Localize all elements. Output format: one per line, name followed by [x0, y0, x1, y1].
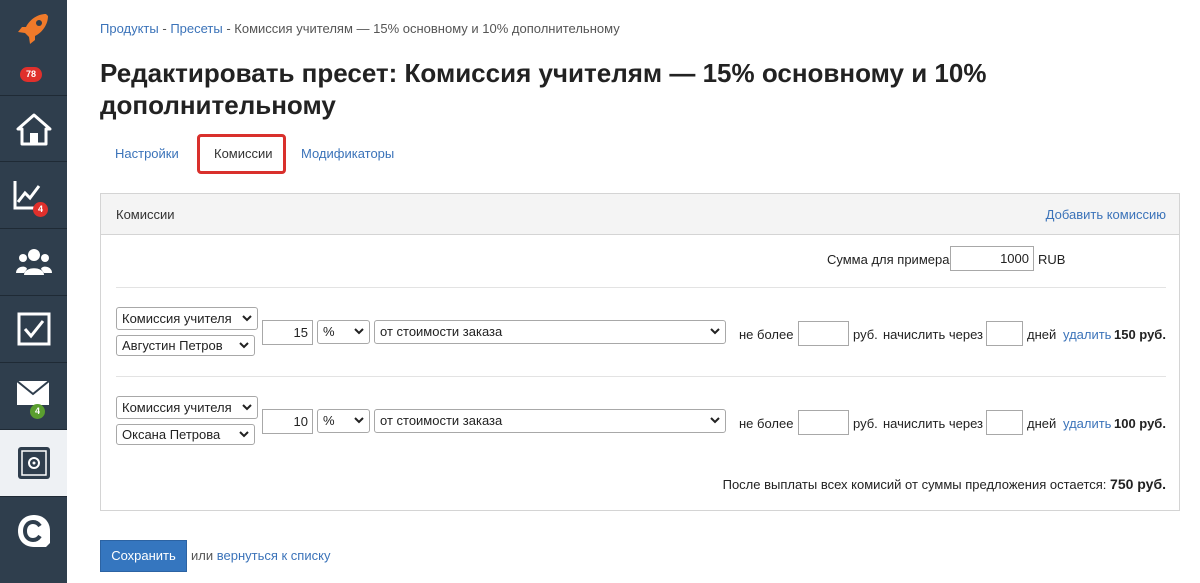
- teacher-select[interactable]: Августин Петров: [116, 335, 255, 356]
- sidebar-item-tasks[interactable]: [0, 296, 67, 363]
- commission-unit-value: %: [323, 324, 335, 339]
- sidebar-item-finance[interactable]: [0, 430, 67, 497]
- checkbox-icon: [17, 312, 50, 346]
- commission-type-select[interactable]: Комиссия учителя: [116, 396, 258, 419]
- divider: [116, 287, 1166, 288]
- chevron-down-icon: [710, 417, 720, 424]
- commission-base-value: от стоимости заказа: [380, 324, 503, 339]
- teacher-select[interactable]: Оксана Петрова: [116, 424, 255, 445]
- commission-result: 100 руб.: [1114, 416, 1166, 431]
- breadcrumb: Продукты - Пресеты - Комиссия учителям —…: [100, 21, 620, 36]
- commissions-panel: Комиссии Добавить комиссию Сумма для при…: [100, 193, 1180, 511]
- commission-type-value: Комиссия учителя: [122, 400, 232, 415]
- commission-base-select[interactable]: от стоимости заказа: [374, 320, 726, 344]
- notifications-badge[interactable]: 78: [20, 67, 43, 82]
- commission-unit-select[interactable]: %: [317, 409, 370, 433]
- teacher-value: Оксана Петрова: [122, 427, 221, 442]
- sidebar-item-logo[interactable]: [0, 0, 67, 55]
- divider: [116, 376, 1166, 377]
- max-amount-input[interactable]: [798, 321, 849, 346]
- max-label: не более: [739, 327, 794, 342]
- commission-base-value: от стоимости заказа: [380, 413, 503, 428]
- tab-modifiers[interactable]: Модификаторы: [287, 134, 408, 174]
- panel-header: Комиссии Добавить комиссию: [101, 194, 1179, 235]
- or-label: или: [191, 548, 214, 563]
- breadcrumb-separator: -: [158, 21, 171, 36]
- remaining-label: После выплаты всех комисий от суммы пред…: [722, 477, 1107, 492]
- days-label: дней: [1027, 327, 1057, 342]
- sidebar-item-users[interactable]: [0, 229, 67, 296]
- chevron-down-icon: [354, 328, 364, 335]
- chevron-down-icon: [354, 417, 364, 424]
- sidebar: 78 4 4: [0, 0, 67, 583]
- sidebar-item-stats[interactable]: 4: [0, 162, 67, 229]
- footer-actions: или вернуться к списку: [191, 548, 330, 563]
- chevron-down-icon: [242, 404, 252, 411]
- breadcrumb-separator: -: [222, 21, 235, 36]
- example-sum-input[interactable]: 1000: [950, 246, 1034, 271]
- commission-amount-input[interactable]: 15: [262, 320, 313, 345]
- commission-base-select[interactable]: от стоимости заказа: [374, 409, 726, 433]
- users-icon: [15, 249, 52, 275]
- add-commission-link[interactable]: Добавить комиссию: [1046, 207, 1166, 222]
- breadcrumb-current: Комиссия учителям — 15% основному и 10% …: [234, 21, 620, 36]
- max-label: не более: [739, 416, 794, 431]
- teacher-value: Августин Петров: [122, 338, 223, 353]
- sidebar-item-mail[interactable]: 4: [0, 363, 67, 430]
- breadcrumb-presets[interactable]: Пресеты: [170, 21, 222, 36]
- example-sum-label: Сумма для примера: [827, 252, 950, 267]
- commission-result: 150 руб.: [1114, 327, 1166, 342]
- max-currency-label: руб.: [853, 416, 878, 431]
- commission-type-select[interactable]: Комиссия учителя: [116, 307, 258, 330]
- sidebar-item-home[interactable]: [0, 95, 67, 162]
- save-button[interactable]: Сохранить: [100, 540, 187, 572]
- commission-unit-select[interactable]: %: [317, 320, 370, 344]
- chevron-down-icon: [239, 342, 249, 349]
- tab-settings[interactable]: Настройки: [101, 134, 193, 174]
- days-label: дней: [1027, 416, 1057, 431]
- max-currency-label: руб.: [853, 327, 878, 342]
- delete-commission-link[interactable]: удалить: [1063, 327, 1111, 342]
- commission-type-value: Комиссия учителя: [122, 311, 232, 326]
- example-currency: RUB: [1038, 252, 1066, 267]
- panel-title: Комиссии: [116, 207, 175, 222]
- logo-c-icon: [17, 514, 50, 547]
- delay-days-input[interactable]: [986, 321, 1023, 346]
- tab-commissions[interactable]: Комиссии: [197, 134, 286, 174]
- max-amount-input[interactable]: [798, 410, 849, 435]
- chevron-down-icon: [710, 328, 720, 335]
- commission-amount-input[interactable]: 10: [262, 409, 313, 434]
- delay-days-input[interactable]: [986, 410, 1023, 435]
- chevron-down-icon: [239, 431, 249, 438]
- tabs: Настройки Комиссии Модификаторы: [100, 134, 1180, 176]
- delay-label: начислить через: [883, 416, 983, 431]
- breadcrumb-products[interactable]: Продукты: [100, 21, 159, 36]
- chevron-down-icon: [242, 315, 252, 322]
- home-icon: [16, 113, 51, 145]
- remaining-summary: После выплаты всех комисий от суммы пред…: [723, 476, 1166, 492]
- remaining-value: 750 руб.: [1110, 476, 1166, 492]
- sidebar-item-brand[interactable]: [0, 497, 67, 564]
- stats-badge: 4: [33, 202, 49, 217]
- page-title: Редактировать пресет: Комиссия учителям …: [100, 58, 987, 120]
- delay-label: начислить через: [883, 327, 983, 342]
- commission-unit-value: %: [323, 413, 335, 428]
- back-to-list-link[interactable]: вернуться к списку: [217, 548, 331, 563]
- safe-icon: [17, 447, 50, 479]
- mail-badge: 4: [30, 404, 46, 419]
- mail-icon: [15, 380, 50, 405]
- rocket-icon: [17, 13, 48, 44]
- delete-commission-link[interactable]: удалить: [1063, 416, 1111, 431]
